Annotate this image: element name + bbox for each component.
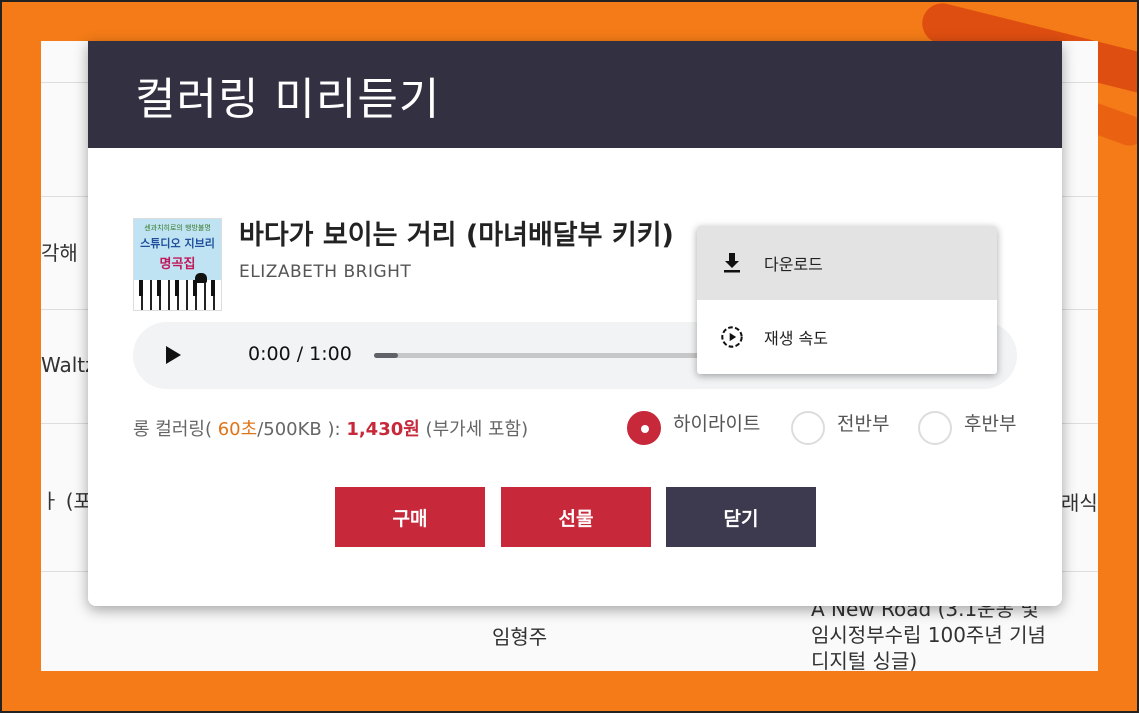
price-suffix: (부가세 포함) xyxy=(425,419,529,440)
album-art-title: 스튜디오 지브리 xyxy=(140,237,215,250)
buy-button[interactable]: 구매 xyxy=(335,487,485,547)
album-art: 센과치히로의 행방불명 스튜디오 지브리 명곡집 xyxy=(133,218,222,311)
playback-time: 0:00 / 1:00 xyxy=(248,343,352,365)
option-label: 전반부 xyxy=(837,412,890,435)
album-art-caption: 센과치히로의 행방불명 xyxy=(144,224,211,232)
close-button[interactable]: 닫기 xyxy=(666,487,816,547)
menu-item-download[interactable]: 다운로드 xyxy=(697,226,997,300)
artist-name: ELIZABETH BRIGHT xyxy=(239,262,412,282)
radio-button[interactable] xyxy=(627,411,661,445)
option-highlight[interactable]: 하이라이트 xyxy=(627,411,760,445)
menu-item-label: 다운로드 xyxy=(764,255,823,274)
price-amount: 1,430원 xyxy=(346,419,420,440)
menu-item-playback-speed[interactable]: 재생 속도 xyxy=(697,300,997,374)
file-size: /500KB ): xyxy=(257,419,341,440)
option-first-half[interactable]: 전반부 xyxy=(791,411,889,445)
dialog-header: 컬러링 미리듣기 xyxy=(88,41,1062,148)
price-info: 롱 컬러링( 60초/500KB ): 1,430원 (부가세 포함) xyxy=(133,415,528,441)
download-icon xyxy=(720,251,744,275)
radio-button[interactable] xyxy=(791,411,825,445)
playback-speed-icon xyxy=(720,325,744,349)
song-title: 바다가 보이는 거리 (마녀배달부 키키) xyxy=(239,220,674,251)
piano-black-keys-graphic xyxy=(134,280,221,296)
play-icon[interactable] xyxy=(166,346,181,364)
duration-seconds: 60초 xyxy=(217,419,258,440)
audio-context-menu: 다운로드 재생 속도 xyxy=(697,226,997,374)
option-label: 후반부 xyxy=(964,412,1017,435)
progress-fill xyxy=(374,353,398,358)
gift-button[interactable]: 선물 xyxy=(501,487,651,547)
option-second-half[interactable]: 후반부 xyxy=(918,411,1016,445)
price-prefix: 롱 컬러링( xyxy=(133,419,212,440)
menu-item-label: 재생 속도 xyxy=(764,329,828,348)
radio-button[interactable] xyxy=(918,411,952,445)
album-art-subtitle: 명곡집 xyxy=(159,257,196,272)
option-label: 하이라이트 xyxy=(673,412,761,435)
dialog-title: 컬러링 미리듣기 xyxy=(135,73,441,125)
cat-graphic xyxy=(195,273,207,283)
